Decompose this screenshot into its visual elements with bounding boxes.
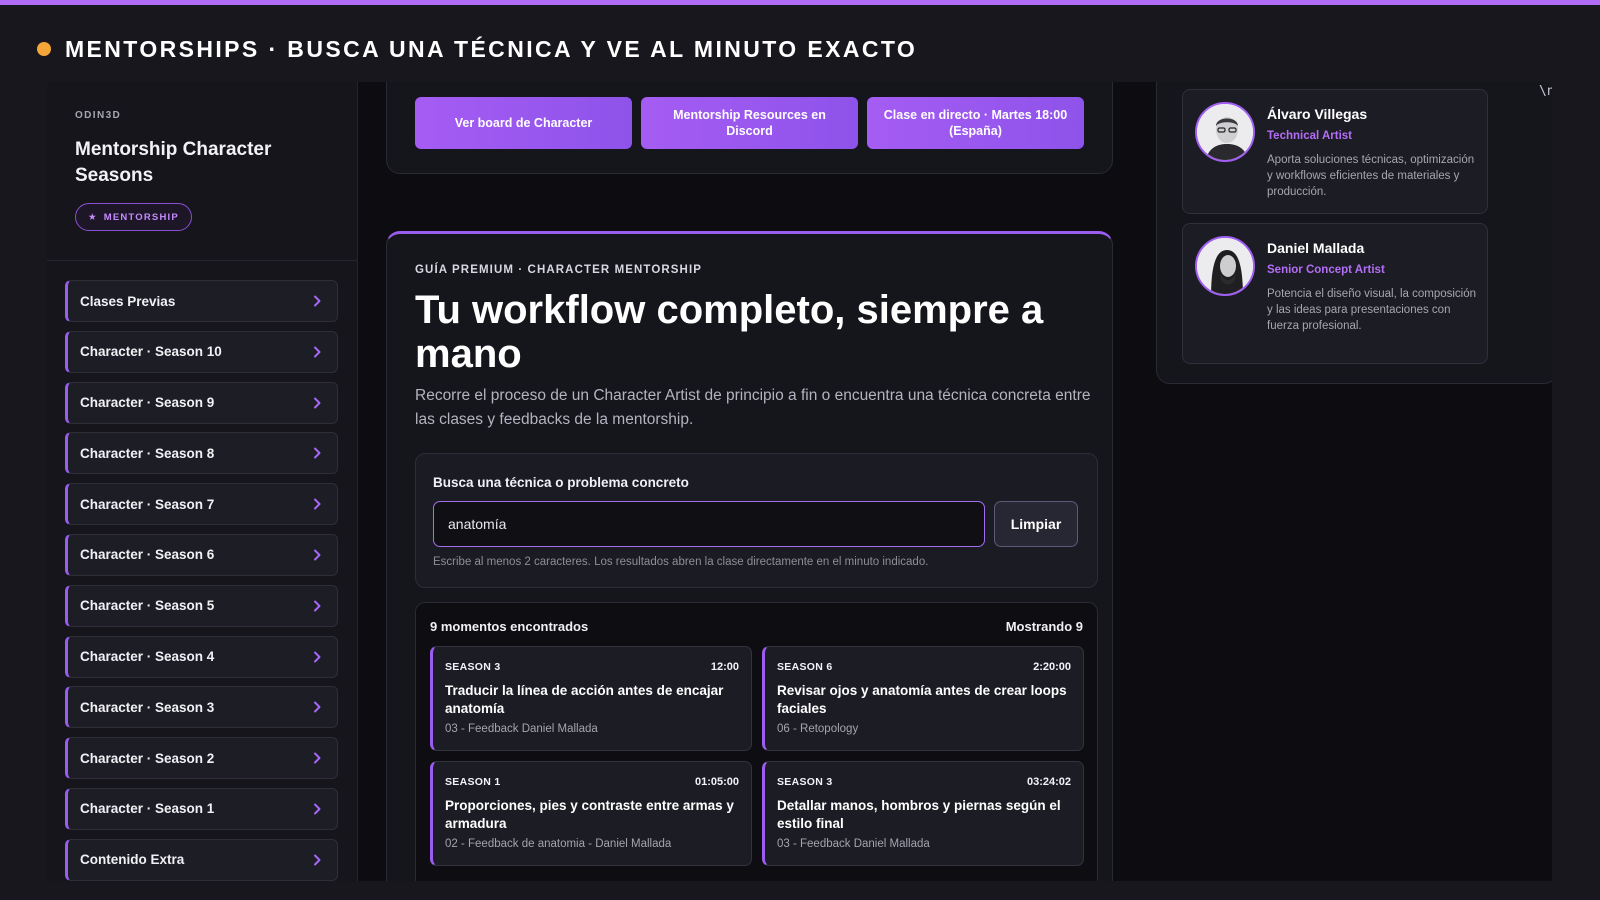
top-accent-bar xyxy=(0,0,1600,5)
result-timestamp: 12:00 xyxy=(710,661,739,673)
result-card[interactable]: SEASON 1 01:05:00 Proporciones, pies y c… xyxy=(430,761,752,866)
result-card[interactable]: SEASON 6 2:20:00 Revisar ojos y anatomía… xyxy=(762,646,1084,751)
sidebar-item-season-1[interactable]: Character · Season 1 xyxy=(65,787,338,830)
sidebar-item-season-2[interactable]: Character · Season 2 xyxy=(65,737,338,780)
sidebar-item-label: Character · Season 10 xyxy=(80,344,222,360)
chevron-right-icon xyxy=(314,803,321,815)
sidebar: ODIN3D Mentorship Character Seasons ★ ME… xyxy=(47,82,358,881)
portrait-icon xyxy=(1197,104,1253,160)
results-panel: 9 momentos encontrados Mostrando 9 SEASO… xyxy=(415,602,1098,881)
search-panel: Busca una técnica o problema concreto Li… xyxy=(415,453,1098,588)
app-window: ODIN3D Mentorship Character Seasons ★ ME… xyxy=(47,82,1552,881)
sidebar-brand: ODIN3D xyxy=(75,110,122,121)
result-timestamp: 03:24:02 xyxy=(1026,776,1071,788)
sidebar-item-label: Character · Season 4 xyxy=(80,649,215,665)
guide-card: GUÍA PREMIUM · CHARACTER MENTORSHIP Tu w… xyxy=(386,231,1113,881)
result-card[interactable]: SEASON 3 12:00 Traducir la línea de acci… xyxy=(430,646,752,751)
search-hint: Escribe al menos 2 caracteres. Los resul… xyxy=(433,556,929,568)
guide-kicker: GUÍA PREMIUM · CHARACTER MENTORSHIP xyxy=(415,264,703,276)
result-timestamp: 2:20:00 xyxy=(1033,661,1071,673)
search-label: Busca una técnica o problema concreto xyxy=(433,475,689,490)
result-card[interactable]: SEASON 3 03:24:02 Detallar manos, hombro… xyxy=(762,761,1084,866)
result-timestamp: 01:05:00 xyxy=(694,776,739,788)
chevron-right-icon xyxy=(314,701,321,713)
chevron-right-icon xyxy=(314,447,321,459)
result-source: 06 - Retopology xyxy=(777,723,859,735)
avatar xyxy=(1195,102,1255,162)
sidebar-item-label: Character · Season 5 xyxy=(80,598,215,614)
mentor-name: Daniel Mallada xyxy=(1267,240,1365,256)
mentor-description: Aporta soluciones técnicas, optimización… xyxy=(1267,154,1475,198)
stray-text: \n xyxy=(1539,84,1552,99)
guide-description: Recorre el proceso de un Character Artis… xyxy=(415,387,1091,428)
sidebar-item-label: Clases Previas xyxy=(80,293,176,309)
sidebar-item-season-3[interactable]: Character · Season 3 xyxy=(65,686,338,729)
sidebar-item-season-4[interactable]: Character · Season 4 xyxy=(65,635,338,678)
sidebar-item-season-6[interactable]: Character · Season 6 xyxy=(65,533,338,576)
sidebar-item-season-5[interactable]: Character · Season 5 xyxy=(65,584,338,627)
mentor-role: Technical Artist xyxy=(1267,130,1352,142)
mentor-name: Álvaro Villegas xyxy=(1267,106,1368,122)
portrait-icon xyxy=(1197,238,1253,294)
chevron-right-icon xyxy=(314,295,321,307)
chevron-right-icon xyxy=(314,651,321,663)
mentor-role: Senior Concept Artist xyxy=(1267,264,1385,276)
sidebar-nav: Clases Previas Character · Season 10 Cha… xyxy=(65,280,338,881)
clear-button[interactable]: Limpiar xyxy=(994,501,1078,547)
result-title: Detallar manos, hombros y piernas según … xyxy=(777,798,1061,831)
sidebar-item-clases-previas[interactable]: Clases Previas xyxy=(65,280,338,322)
page-title: MENTORSHIPS · BUSCA UNA TÉCNICA Y VE AL … xyxy=(65,35,918,62)
chevron-right-icon xyxy=(314,549,321,561)
star-icon: ★ xyxy=(88,211,98,223)
sidebar-item-contenido-extra[interactable]: Contenido Extra xyxy=(65,838,338,881)
chevron-right-icon xyxy=(314,397,321,409)
sidebar-item-label: Character · Season 6 xyxy=(80,547,215,563)
sidebar-item-season-7[interactable]: Character · Season 7 xyxy=(65,483,338,526)
sidebar-item-label: Character · Season 1 xyxy=(80,801,215,817)
sidebar-title: Mentorship Character Seasons xyxy=(75,139,272,186)
chevron-right-icon xyxy=(314,600,321,612)
chevron-right-icon xyxy=(314,752,321,764)
badge-label: MENTORSHIP xyxy=(103,211,179,223)
result-season: SEASON 3 xyxy=(777,776,833,788)
sidebar-item-label: Character · Season 2 xyxy=(80,750,215,766)
status-dot xyxy=(37,42,51,56)
mentorship-badge: ★ MENTORSHIP xyxy=(75,203,192,231)
sidebar-item-label: Character · Season 3 xyxy=(80,699,215,715)
mentors-card: Álvaro Villegas Technical Artist Aporta … xyxy=(1156,82,1552,384)
chevron-right-icon xyxy=(314,346,321,358)
mentor-card: Daniel Mallada Senior Concept Artist Pot… xyxy=(1182,223,1488,364)
sidebar-item-label: Character · Season 8 xyxy=(80,445,215,461)
result-title: Traducir la línea de acción antes de enc… xyxy=(445,683,724,716)
sidebar-header: ODIN3D Mentorship Character Seasons ★ ME… xyxy=(47,82,357,261)
sidebar-item-season-10[interactable]: Character · Season 10 xyxy=(65,330,338,373)
chevron-right-icon xyxy=(314,498,321,510)
result-season: SEASON 3 xyxy=(445,661,501,673)
sidebar-item-label: Character · Season 7 xyxy=(80,496,215,512)
chevron-right-icon xyxy=(314,854,321,866)
page-header: MENTORSHIPS · BUSCA UNA TÉCNICA Y VE AL … xyxy=(37,34,917,64)
sidebar-item-label: Contenido Extra xyxy=(80,852,185,868)
result-source: 02 - Feedback de anatomia - Daniel Malla… xyxy=(445,838,672,850)
guide-title: Tu workflow completo, siempre a mano xyxy=(415,288,1044,376)
result-source: 03 - Feedback Daniel Mallada xyxy=(445,723,598,735)
result-season: SEASON 6 xyxy=(777,661,833,673)
result-season: SEASON 1 xyxy=(445,776,501,788)
discord-resources-button[interactable]: Mentorship Resources en Discord xyxy=(641,97,858,149)
result-title: Revisar ojos y anatomía antes de crear l… xyxy=(777,683,1067,716)
mentor-card: Álvaro Villegas Technical Artist Aporta … xyxy=(1182,89,1488,214)
mentor-description: Potencia el diseño visual, la composició… xyxy=(1267,288,1477,332)
live-class-button[interactable]: Clase en directo · Martes 18:00 (España) xyxy=(867,97,1084,149)
resource-links-card: Ver board de Character Mentorship Resour… xyxy=(386,82,1113,174)
results-showing: Mostrando 9 xyxy=(1005,619,1083,634)
result-source: 03 - Feedback Daniel Mallada xyxy=(777,838,930,850)
sidebar-item-season-9[interactable]: Character · Season 9 xyxy=(65,381,338,424)
avatar xyxy=(1195,236,1255,296)
result-title: Proporciones, pies y contraste entre arm… xyxy=(445,798,734,831)
sidebar-item-label: Character · Season 9 xyxy=(80,395,215,411)
sidebar-item-season-8[interactable]: Character · Season 8 xyxy=(65,432,338,475)
search-input[interactable] xyxy=(433,501,985,547)
character-board-button[interactable]: Ver board de Character xyxy=(415,97,632,149)
results-count: 9 momentos encontrados xyxy=(430,619,589,634)
